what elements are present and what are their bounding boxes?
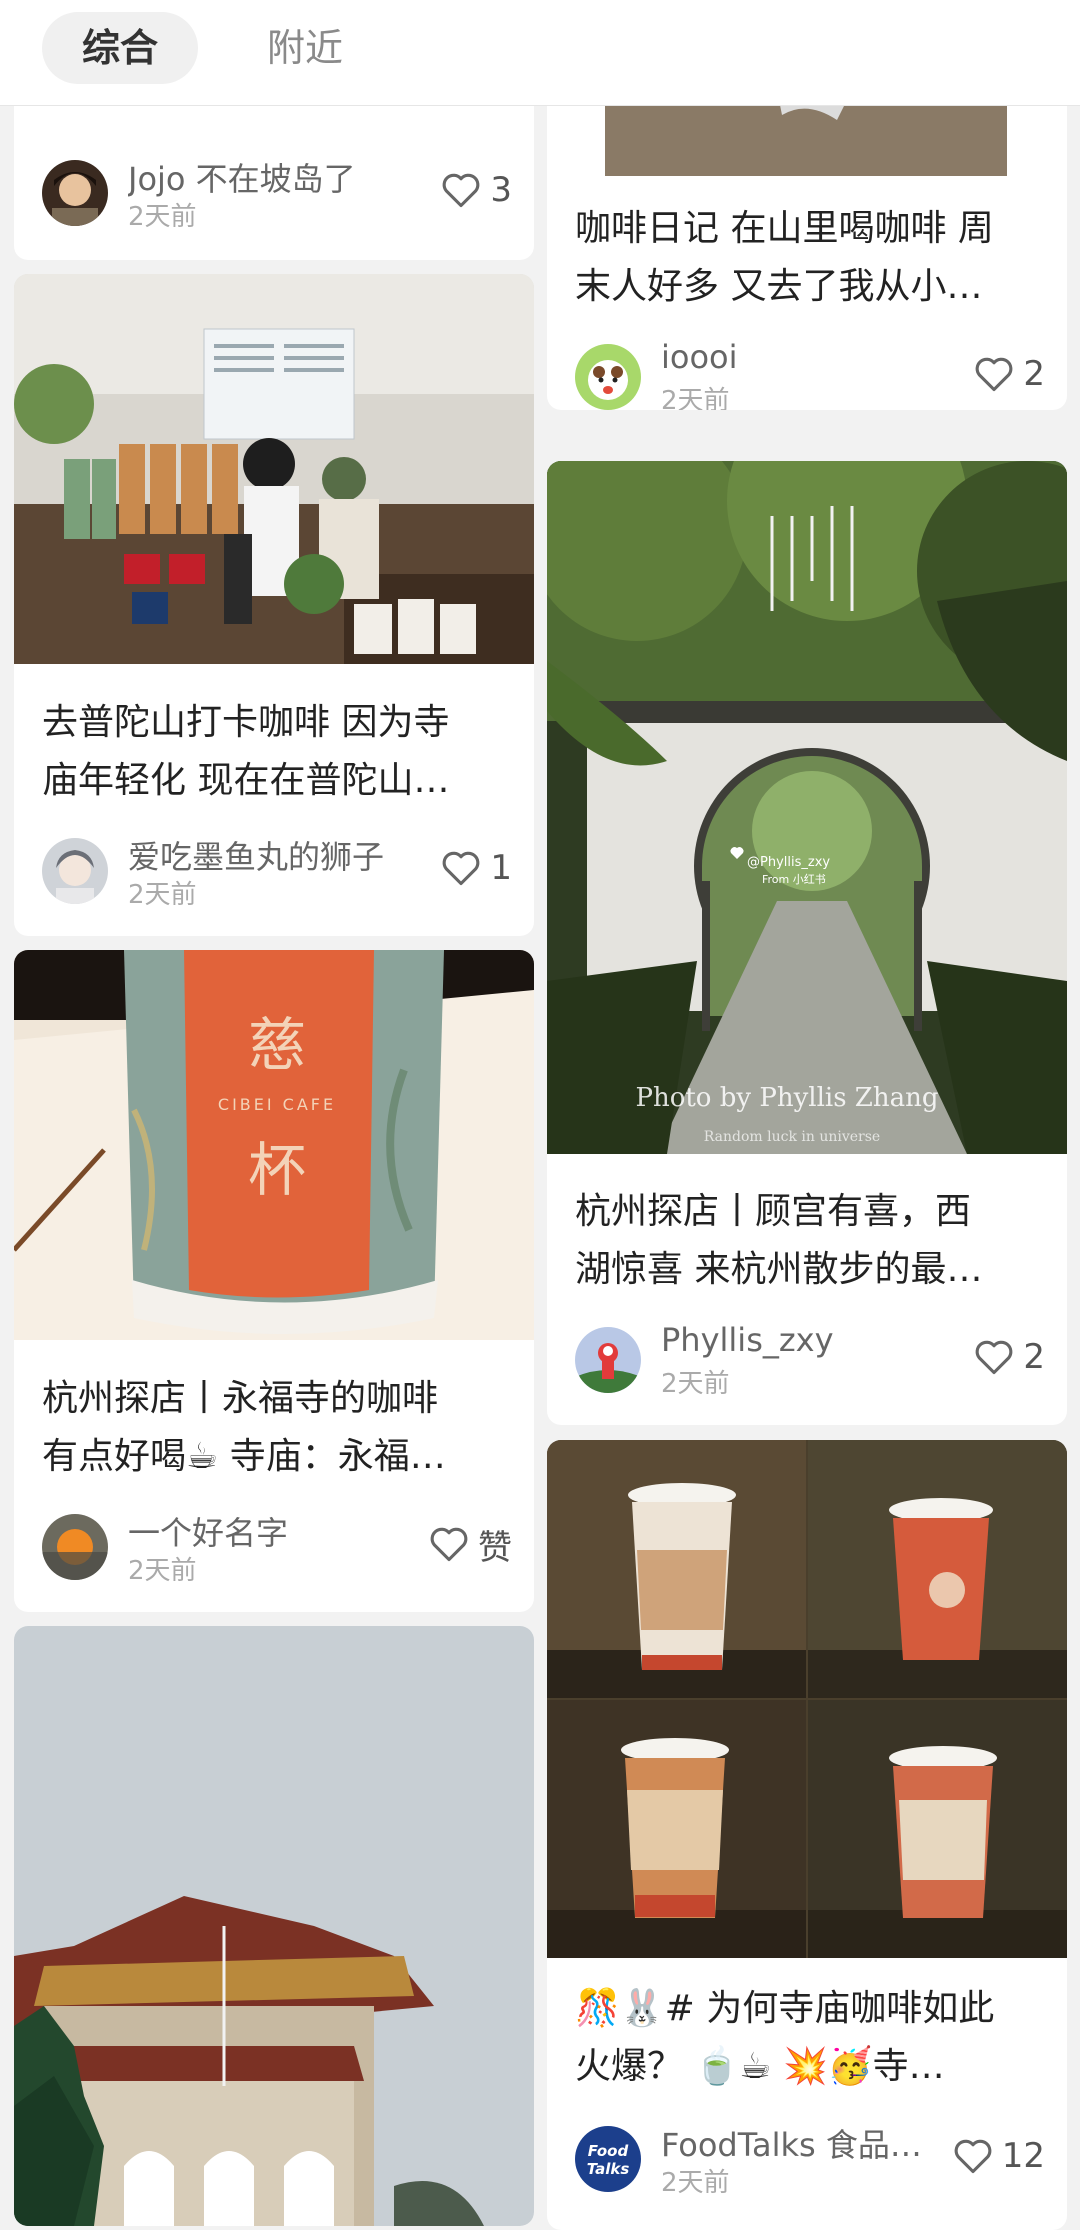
- card-cover-image[interactable]: 慈 CIBEI CAFE 杯: [14, 950, 534, 1340]
- coffee-cup-2: [889, 1498, 993, 1660]
- image-watermark: Photo by Phyllis Zhang: [635, 1083, 938, 1113]
- card-meta: ioooi 2天前 2: [575, 338, 1045, 410]
- card-title[interactable]: 去普陀山打卡咖啡 因为寺 庙年轻化 现在在普陀山…: [42, 694, 512, 810]
- post-time: 2天前: [661, 2168, 730, 2198]
- card-title[interactable]: 🎊🐰# 为何寺庙咖啡如此 火爆？ 🍵☕ 💥🥳寺…: [575, 1980, 1045, 2096]
- like-button[interactable]: 2: [973, 1335, 1045, 1379]
- post-time: 2天前: [128, 202, 197, 232]
- author-name[interactable]: 爱吃墨鱼丸的狮子: [128, 832, 384, 878]
- like-button[interactable]: 3: [440, 168, 512, 212]
- cup-logo-text: 杯: [248, 1136, 306, 1204]
- author-name[interactable]: 一个好名字: [128, 1508, 288, 1554]
- like-count: 3: [490, 170, 512, 210]
- cup-logo-text: 慈: [248, 1011, 306, 1079]
- like-count: 2: [1023, 1337, 1045, 1377]
- tab-nearby[interactable]: 附近: [250, 12, 360, 84]
- heart-icon: [954, 2139, 992, 2174]
- avatar[interactable]: [575, 1327, 641, 1393]
- card-title[interactable]: 咖啡日记 在山里喝咖啡 周 末人好多 又去了我从小…: [575, 200, 1045, 316]
- card-meta: Food Talks FoodTalks 食品… 2天前 12: [575, 2126, 1045, 2198]
- like-count: 2: [1023, 354, 1045, 394]
- coffee-cup-3: [621, 1738, 729, 1918]
- card-cover-image[interactable]: @Phyllis_zxy From 小红书 Photo by Phyllis Z…: [547, 461, 1067, 1154]
- author-name[interactable]: Jojo 不在坡岛了: [128, 154, 356, 200]
- svg-text:Talks: Talks: [587, 2160, 630, 2178]
- author-name[interactable]: Phyllis_zxy: [661, 1321, 834, 1359]
- image-tag-sub: From 小红书: [762, 873, 826, 886]
- coffee-cup-1: [628, 1483, 736, 1670]
- avatar[interactable]: [575, 344, 641, 410]
- like-button[interactable]: 赞: [428, 1522, 512, 1568]
- post-time: 2天前: [128, 1556, 197, 1586]
- card-cover-image[interactable]: [547, 1440, 1067, 1958]
- author-name[interactable]: FoodTalks 食品…: [661, 2120, 922, 2166]
- like-count: 1: [490, 848, 512, 888]
- post-time: 2天前: [128, 880, 197, 910]
- feed-card[interactable]: [14, 1626, 534, 2226]
- card-cover-image[interactable]: [14, 1626, 534, 2226]
- card-cover-image[interactable]: [14, 274, 534, 664]
- like-count: 赞: [478, 1527, 512, 1568]
- like-button[interactable]: 2: [973, 352, 1045, 396]
- image-tag: @Phyllis_zxy: [747, 855, 830, 870]
- cup-brand-text: CIBEI CAFE: [218, 1095, 336, 1114]
- tab-comprehensive[interactable]: 综合: [42, 12, 198, 84]
- like-button[interactable]: 1: [440, 846, 512, 890]
- coffee-cup-4: [889, 1746, 997, 1918]
- card-meta: Phyllis_zxy 2天前 2: [575, 1321, 1045, 1399]
- heart-icon: [975, 357, 1013, 392]
- avatar[interactable]: [42, 838, 108, 904]
- post-time: 2天前: [661, 1369, 730, 1399]
- top-tab-bar: 综合 附近: [0, 0, 1080, 106]
- like-count: 12: [1001, 2136, 1045, 2176]
- feed-card[interactable]: @Phyllis_zxy From 小红书 Photo by Phyllis Z…: [547, 461, 1067, 1425]
- post-time: 2天前: [661, 386, 730, 410]
- card-title[interactable]: 杭州探店丨顾宫有喜，西 湖惊喜 来杭州散步的最…: [575, 1183, 1045, 1299]
- card-meta: 爱吃墨鱼丸的狮子 2天前 1: [42, 838, 512, 910]
- like-button[interactable]: 12: [952, 2134, 1045, 2178]
- card-title[interactable]: 杭州探店丨永福寺的咖啡 有点好喝☕ 寺庙：永福…: [42, 1370, 512, 1486]
- feed-card[interactable]: 慈 CIBEI CAFE 杯 杭州探店丨永福寺的咖啡 有点好喝☕ 寺庙：永福… …: [14, 950, 534, 1612]
- svg-text:Food: Food: [588, 2142, 629, 2160]
- avatar[interactable]: Food Talks: [575, 2126, 641, 2192]
- card-meta: 一个好名字 2天前 赞: [42, 1514, 512, 1586]
- heart-icon: [430, 1527, 468, 1562]
- avatar[interactable]: [42, 1514, 108, 1580]
- heart-icon: [442, 173, 480, 208]
- author-name[interactable]: ioooi: [661, 338, 738, 376]
- feed-card[interactable]: 🎊🐰# 为何寺庙咖啡如此 火爆？ 🍵☕ 💥🥳寺… Food Talks FoodT…: [547, 1440, 1067, 2230]
- heart-icon: [442, 851, 480, 886]
- feed-card[interactable]: 去普陀山打卡咖啡 因为寺 庙年轻化 现在在普陀山… 爱吃墨鱼丸的狮子 2天前 1: [14, 274, 534, 936]
- avatar[interactable]: [42, 160, 108, 226]
- image-watermark-sub: Random luck in universe: [704, 1129, 880, 1145]
- heart-icon: [975, 1340, 1013, 1375]
- card-meta: Jojo 不在坡岛了 2天前 3: [42, 160, 512, 232]
